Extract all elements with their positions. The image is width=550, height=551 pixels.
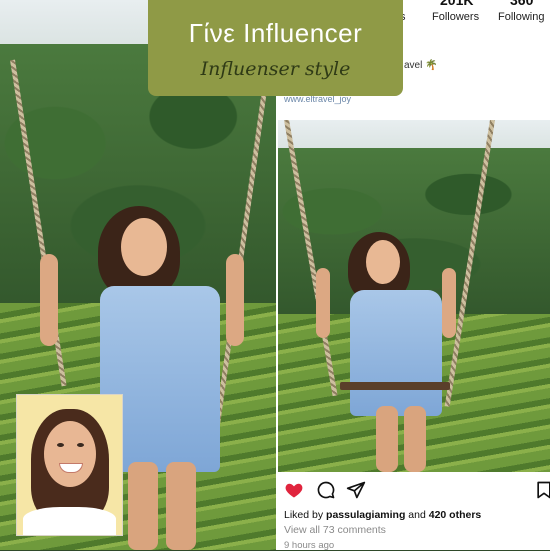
swing-seat bbox=[340, 382, 450, 390]
post-time: 9 hours ago bbox=[284, 540, 335, 551]
send-icon[interactable] bbox=[346, 480, 366, 500]
bio-text: avel 🌴 bbox=[404, 60, 438, 71]
heart-icon[interactable] bbox=[284, 480, 304, 500]
view-comments-link[interactable]: View all 73 comments bbox=[284, 524, 386, 536]
portrait-photo-card bbox=[16, 394, 123, 536]
portrait-eye-left bbox=[57, 443, 64, 447]
followers-label[interactable]: Followers bbox=[432, 11, 479, 23]
likes-summary: Liked by passulagiaming and 420 others bbox=[284, 509, 481, 521]
liked-others[interactable]: 420 others bbox=[429, 509, 482, 521]
banner-title: Γίνε Influencer bbox=[188, 18, 363, 48]
following-label[interactable]: Following bbox=[498, 11, 544, 23]
followers-count: 201K bbox=[440, 0, 474, 8]
post-actions bbox=[278, 472, 550, 508]
portrait-shirt bbox=[23, 507, 116, 535]
girl-leg-right bbox=[166, 462, 196, 550]
promo-banner: Γίνε Influencer Influenser style bbox=[148, 0, 403, 96]
girl-left-arm bbox=[40, 254, 58, 346]
girl-leg-right bbox=[404, 406, 426, 472]
banner-subtitle: Influenser style bbox=[200, 58, 351, 80]
bookmark-icon[interactable] bbox=[534, 480, 550, 500]
comment-icon[interactable] bbox=[316, 480, 336, 500]
portrait-eye-right bbox=[77, 443, 84, 447]
following-count: 360 bbox=[510, 0, 534, 8]
girl-left-arm bbox=[316, 268, 330, 338]
girl-face bbox=[121, 218, 167, 276]
girl-leg-left bbox=[128, 462, 158, 550]
girl-dress bbox=[350, 290, 442, 416]
portrait-face bbox=[44, 421, 96, 487]
liked-middle: and bbox=[405, 509, 429, 521]
girl-right-arm bbox=[442, 268, 456, 338]
liked-user[interactable]: passulagiaming bbox=[326, 509, 405, 521]
girl-face bbox=[366, 240, 400, 284]
girl-right-arm bbox=[226, 254, 244, 346]
post-photo[interactable] bbox=[278, 120, 550, 472]
girl-leg-left bbox=[376, 406, 398, 472]
liked-prefix: Liked by bbox=[284, 509, 327, 521]
